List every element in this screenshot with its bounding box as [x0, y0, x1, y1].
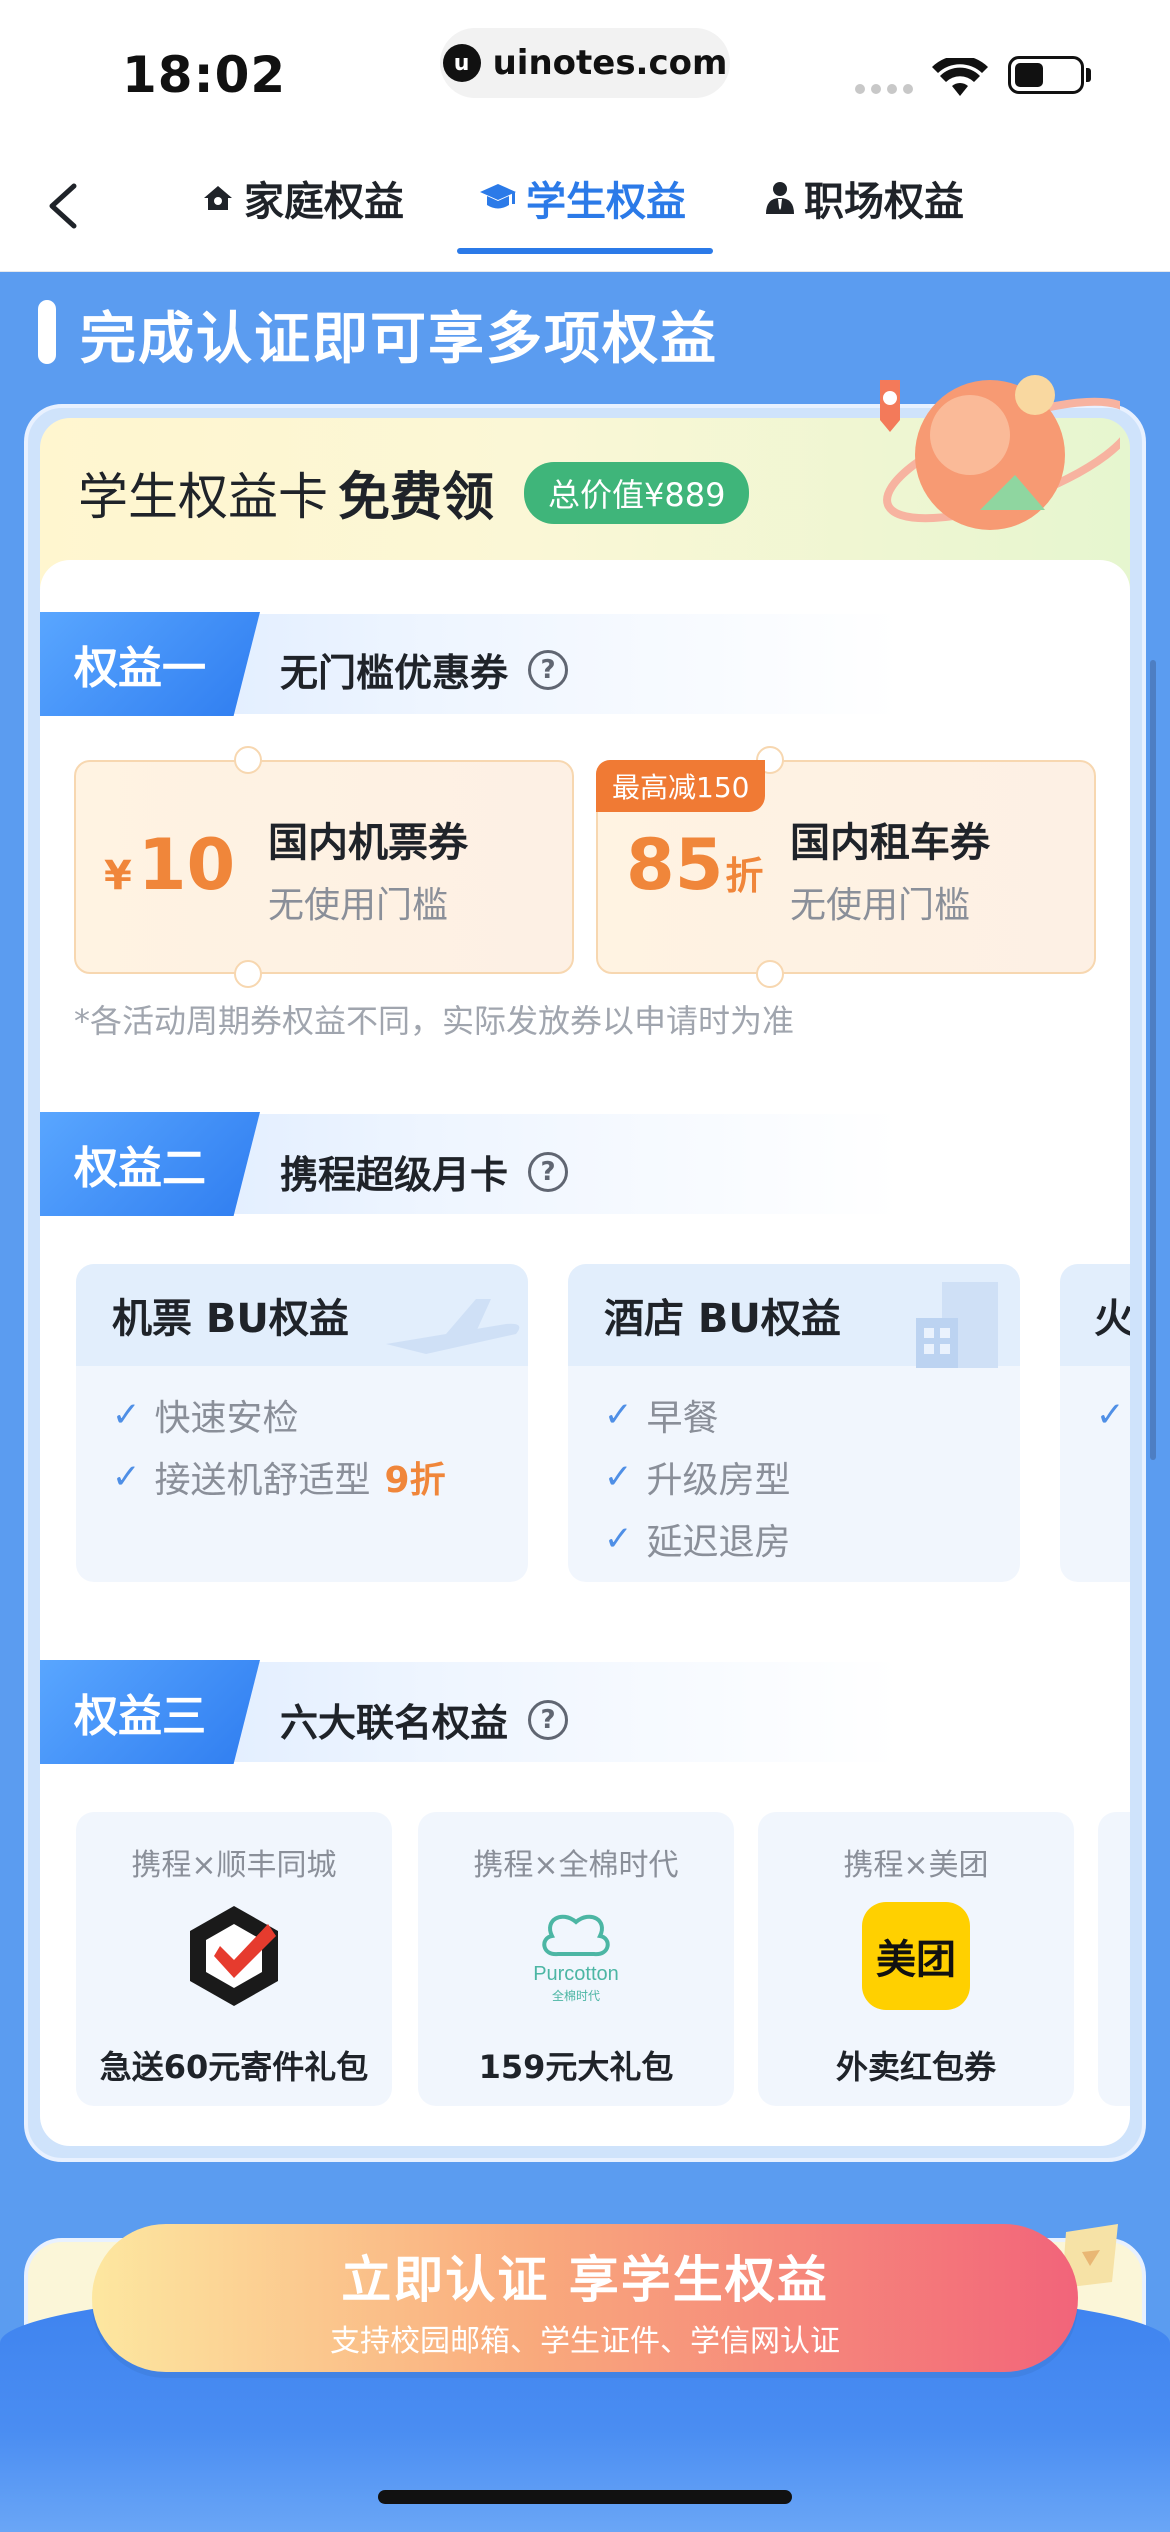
list-item: ✓ 升级房型 [604, 1457, 791, 1501]
coupon-flight[interactable]: ¥ 10 国内机票券 无使用门槛 [74, 746, 574, 988]
brand-card-purcotton[interactable]: 携程×全棉时代 Purcotton 全棉时代 159元大礼包 [418, 1812, 734, 2106]
bu-card-title: 火 [1060, 1264, 1130, 1366]
brand-reward: 急送60元寄件礼包 [99, 2048, 369, 2086]
cta-main-text: 立即认证 享学生权益 [341, 2251, 829, 2309]
status-bar: 18:02 u uinotes.com [0, 0, 1170, 140]
verify-cta-button[interactable]: 立即认证 享学生权益 支持校园邮箱、学生证件、学信网认证 [92, 2224, 1078, 2372]
brand-card-sf[interactable]: 携程×顺丰同城 急送60元寄件礼包 [76, 1812, 392, 2106]
brand-reward: 159元大礼包 [478, 2048, 674, 2086]
coupon-name: 国内租车券 [790, 820, 990, 866]
coupon-value: ¥ 10 [104, 824, 236, 906]
cta-sub-text: 支持校园邮箱、学生证件、学信网认证 [330, 2324, 840, 2359]
coupon-value: 85 折 [626, 824, 764, 906]
brand-partner: 携程×顺丰同城 [131, 1848, 337, 1883]
wifi-icon [932, 58, 988, 96]
card-title-text: 学生权益卡 [78, 467, 328, 526]
check-icon: ✓ [604, 1395, 633, 1435]
active-tab-indicator [457, 248, 713, 254]
tab-label: 家庭权益 [244, 179, 404, 225]
check-icon: ✓ [604, 1519, 633, 1559]
benefit1-label: 无门槛优惠券 [280, 651, 509, 695]
purcotton-logo-icon: Purcotton 全棉时代 [533, 1914, 619, 2003]
url-pill[interactable]: u uinotes.com [440, 28, 730, 98]
bu-card-flight[interactable]: 机票 BU权益 ✓ 快速安检 ✓ 接送机舒适型 9折 [76, 1264, 528, 1582]
tabs-header: 家庭权益 学生权益 职场权益 [0, 140, 1170, 272]
benefit3-label: 六大联名权益 [280, 1701, 509, 1745]
battery-tip [1086, 68, 1091, 82]
brand-partner: 携程×美团 [843, 1848, 989, 1883]
coupon-condition: 无使用门槛 [790, 885, 971, 926]
coupon-condition: 无使用门槛 [268, 885, 449, 926]
coupon-note: *各活动周期券权益不同，实际发放券以申请时为准 [74, 1002, 795, 1040]
card-free-text: 免费领 [338, 468, 495, 528]
building-icon [916, 1282, 998, 1368]
card-title: 学生权益卡 免费领 总价值¥889 [78, 455, 750, 530]
back-chevron-icon[interactable] [36, 176, 96, 236]
tab-label: 学生权益 [526, 179, 686, 225]
headline-accent-bar [38, 300, 56, 364]
check-icon: ✓ [112, 1457, 141, 1497]
tab-label: 职场权益 [804, 179, 964, 225]
list-item: ✓ 延迟退房 [604, 1519, 791, 1563]
tab-workplace[interactable]: 职场权益 [764, 168, 964, 228]
site-logo-icon: u [442, 44, 481, 82]
globe-illustration-icon [880, 375, 1120, 530]
bu-card-hotel[interactable]: 酒店 BU权益 ✓ 早餐 ✓ 升级房型 ✓ 延迟退房 [568, 1264, 1020, 1582]
svg-text:Purcotton: Purcotton [533, 1963, 619, 1985]
page-headline: 完成认证即可享多项权益 [80, 307, 718, 372]
meituan-logo-icon: 美团 [862, 1902, 970, 2010]
list-item: ✓ 快速安检 [112, 1395, 299, 1439]
person-tie-icon [766, 182, 794, 214]
tab-student[interactable]: 学生权益 [478, 168, 686, 228]
bu-card-train[interactable]: 火 ✓ [1060, 1264, 1130, 1582]
check-icon: ✓ [604, 1457, 633, 1497]
brand-card-meituan[interactable]: 携程×美团 美团 外卖红包券 [758, 1812, 1074, 2106]
coupon-name: 国内机票券 [268, 820, 468, 866]
benefit2-label-row: 携程超级月卡 ? [280, 1144, 569, 1199]
check-icon: ✓ [1096, 1395, 1125, 1435]
benefit1-label-row: 无门槛优惠券 ? [280, 642, 569, 697]
home-icon [204, 186, 232, 210]
scrollbar[interactable] [1150, 660, 1156, 1460]
benefit3-label-row: 六大联名权益 ? [280, 1692, 569, 1747]
benefit1-tag: 权益一 [40, 612, 260, 716]
sf-intra-city-logo-icon [190, 1906, 278, 2006]
brand-card-more[interactable] [1098, 1812, 1130, 2106]
tab-family[interactable]: 家庭权益 [200, 168, 404, 228]
benefit2-tag: 权益二 [40, 1112, 260, 1216]
help-icon[interactable]: ? [528, 649, 569, 690]
graduation-cap-icon [480, 184, 516, 209]
list-item: ✓ 早餐 [604, 1395, 719, 1439]
list-item: ✓ [1096, 1384, 1130, 1446]
coupon-flag: 最高减150 [596, 760, 766, 812]
help-icon[interactable]: ? [528, 1151, 569, 1192]
check-icon: ✓ [112, 1395, 141, 1435]
airplane-icon [386, 1299, 520, 1354]
benefit3-tag: 权益三 [40, 1660, 260, 1764]
coupon-car-rental[interactable]: 最高减150 85 折 国内租车券 无使用门槛 [596, 746, 1096, 988]
benefit2-label: 携程超级月卡 [280, 1153, 509, 1197]
battery-icon [1008, 56, 1084, 94]
url-text: uinotes.com [492, 43, 728, 83]
list-item: ✓ 接送机舒适型 9折 [112, 1457, 446, 1501]
brand-reward: 外卖红包券 [835, 2048, 996, 2086]
svg-text:全棉时代: 全棉时代 [552, 1988, 600, 2003]
brand-partner: 携程×全棉时代 [473, 1848, 679, 1883]
help-icon[interactable]: ? [528, 1699, 569, 1740]
status-time: 18:02 [122, 46, 287, 104]
cellular-signal-icon [855, 84, 913, 94]
home-indicator[interactable] [378, 2490, 792, 2504]
total-value-badge: 总价值¥889 [524, 461, 750, 524]
